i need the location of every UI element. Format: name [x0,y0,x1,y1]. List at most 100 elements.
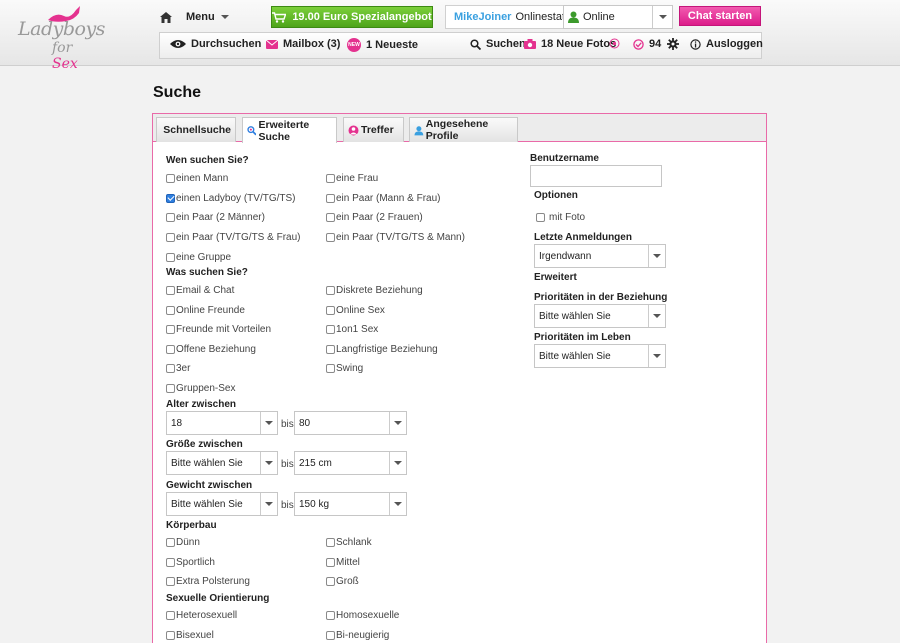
checkbox-option[interactable]: Langfristige Beziehung [326,344,438,355]
checkbox-unchecked[interactable] [166,630,175,640]
checkbox-label: Diskrete Beziehung [336,285,423,296]
checkbox-option[interactable]: ein Paar (TV/TG/TS & Mann) [326,232,465,243]
checkbox-unchecked[interactable] [326,364,335,374]
checkbox-option[interactable]: ein Paar (2 Männer) [166,212,265,223]
select-value: Bitte wählen Sie [171,498,243,510]
checkbox-unchecked[interactable] [536,213,545,222]
last-login-select[interactable]: Irgendwann [534,244,666,268]
tab-matches[interactable]: Treffer [343,117,404,142]
checkbox-option[interactable]: Heterosexuell [166,610,237,621]
checkbox-option[interactable]: Dünn [166,537,200,548]
username-input[interactable] [530,165,662,187]
chevron-down-icon [652,6,672,28]
checkbox-option[interactable]: mit Foto [536,212,585,223]
nav-points[interactable]: 94 [633,38,661,50]
checkbox-label: ein Paar (TV/TG/TS & Frau) [176,232,301,244]
checkbox-option[interactable]: ein Paar (Mann & Frau) [326,193,441,204]
height-from-select[interactable]: Bitte wählen Sie [166,451,278,475]
checkbox-option[interactable]: Extra Polsterung [166,576,250,587]
checkbox-unchecked[interactable] [166,538,175,547]
checkbox-unchecked[interactable] [166,557,175,567]
checkbox-option[interactable]: Bisexuel [166,630,214,641]
start-chat-button[interactable]: Chat starten [679,6,761,26]
checkbox-option[interactable]: einen Ladyboy (TV/TG/TS) [166,193,296,204]
weight-from-select[interactable]: Bitte wählen Sie [166,492,278,516]
checkbox-unchecked[interactable] [166,305,175,315]
between-label: bis [281,459,294,470]
nav-webcam[interactable] [609,38,620,49]
checkbox-unchecked[interactable] [326,305,335,315]
chevron-down-icon [648,345,665,367]
checkbox-option[interactable]: einen Mann [166,173,228,184]
nav-search[interactable]: Suchen [470,38,526,50]
site-logo[interactable]: Ladyboys for Sex [16,4,105,72]
chevron-down-icon [260,493,277,515]
nav-settings[interactable] [667,38,679,50]
checkbox-unchecked[interactable] [326,213,335,223]
checkbox-unchecked[interactable] [166,384,175,393]
checkbox-unchecked[interactable] [326,344,335,354]
checkbox-option[interactable]: Online Freunde [166,305,245,316]
username-link[interactable]: MikeJoiner [446,11,511,23]
nav-mailbox[interactable]: Mailbox (3) [266,38,340,50]
checkbox-unchecked[interactable] [326,233,335,243]
checkbox-option[interactable]: Online Sex [326,305,385,316]
checkbox-option[interactable]: Groß [326,576,359,587]
nav-logout[interactable]: Ausloggen [690,38,763,50]
checkbox-unchecked[interactable] [326,193,335,203]
priority-relationship-select[interactable]: Bitte wählen Sie [534,304,666,328]
checkbox-option[interactable]: 1on1 Sex [326,324,378,335]
checkbox-option[interactable]: Homosexuelle [326,610,399,621]
nav-browse[interactable]: Durchsuchen [170,38,261,50]
checkbox-unchecked[interactable] [166,213,175,223]
checkbox-unchecked[interactable] [166,577,175,587]
promo-offer-button[interactable]: 19.00 Euro Spezialangebot [271,6,433,28]
checkbox-option[interactable]: Mittel [326,557,360,568]
nav-new-photos[interactable]: 18 Neue Fotos [524,38,616,50]
tab-viewed-profiles[interactable]: Angesehene Profile [409,117,518,142]
checkbox-unchecked[interactable] [326,630,335,640]
checkbox-option[interactable]: Bi-neugierig [326,630,389,641]
nav-newest[interactable]: NEW 1 Neueste [347,38,418,52]
checkbox-option[interactable]: Schlank [326,537,372,548]
checkbox-unchecked[interactable] [326,611,335,620]
checkbox-unchecked[interactable] [166,286,175,295]
checkbox-option[interactable]: Offene Beziehung [166,344,256,355]
weight-to-select[interactable]: 150 kg [294,492,407,516]
online-status-select[interactable]: Online [563,5,673,29]
checkbox-option[interactable]: Freunde mit Vorteilen [166,324,271,335]
priority-life-select[interactable]: Bitte wählen Sie [534,344,666,368]
advanced-search-icon [247,126,257,136]
checkbox-option[interactable]: Swing [326,363,363,374]
checkbox-option[interactable]: Email & Chat [166,285,234,296]
checkbox-unchecked[interactable] [326,557,335,567]
age-from-select[interactable]: 18 [166,411,278,435]
menu-button[interactable]: Menu [160,6,229,28]
tab-quick-search[interactable]: Schnellsuche [156,117,236,142]
checkbox-option[interactable]: Diskrete Beziehung [326,285,423,296]
checkbox-unchecked[interactable] [326,325,335,335]
checkbox-option[interactable]: Sportlich [166,557,215,568]
checkbox-unchecked[interactable] [326,174,335,183]
checkbox-unchecked[interactable] [326,538,335,547]
height-to-select[interactable]: 215 cm [294,451,407,475]
checkbox-unchecked[interactable] [166,611,175,620]
checkbox-unchecked[interactable] [326,286,335,295]
checkbox-unchecked[interactable] [166,174,175,183]
checkbox-option[interactable]: eine Gruppe [166,252,231,263]
checkbox-unchecked[interactable] [166,364,175,374]
checkbox-unchecked[interactable] [166,252,175,262]
checkbox-option[interactable]: ein Paar (2 Frauen) [326,212,423,223]
checkbox-option[interactable]: eine Frau [326,173,378,184]
select-value: Bitte wählen Sie [171,457,243,469]
checkbox-unchecked[interactable] [166,233,175,243]
age-to-select[interactable]: 80 [294,411,407,435]
checkbox-checked[interactable] [166,193,175,203]
checkbox-option[interactable]: 3er [166,363,190,374]
checkbox-option[interactable]: Gruppen-Sex [166,383,235,394]
checkbox-unchecked[interactable] [166,344,175,354]
tab-advanced-search[interactable]: Erweiterte Suche [242,117,337,143]
checkbox-unchecked[interactable] [326,577,335,587]
checkbox-unchecked[interactable] [166,325,175,335]
checkbox-option[interactable]: ein Paar (TV/TG/TS & Frau) [166,232,300,243]
